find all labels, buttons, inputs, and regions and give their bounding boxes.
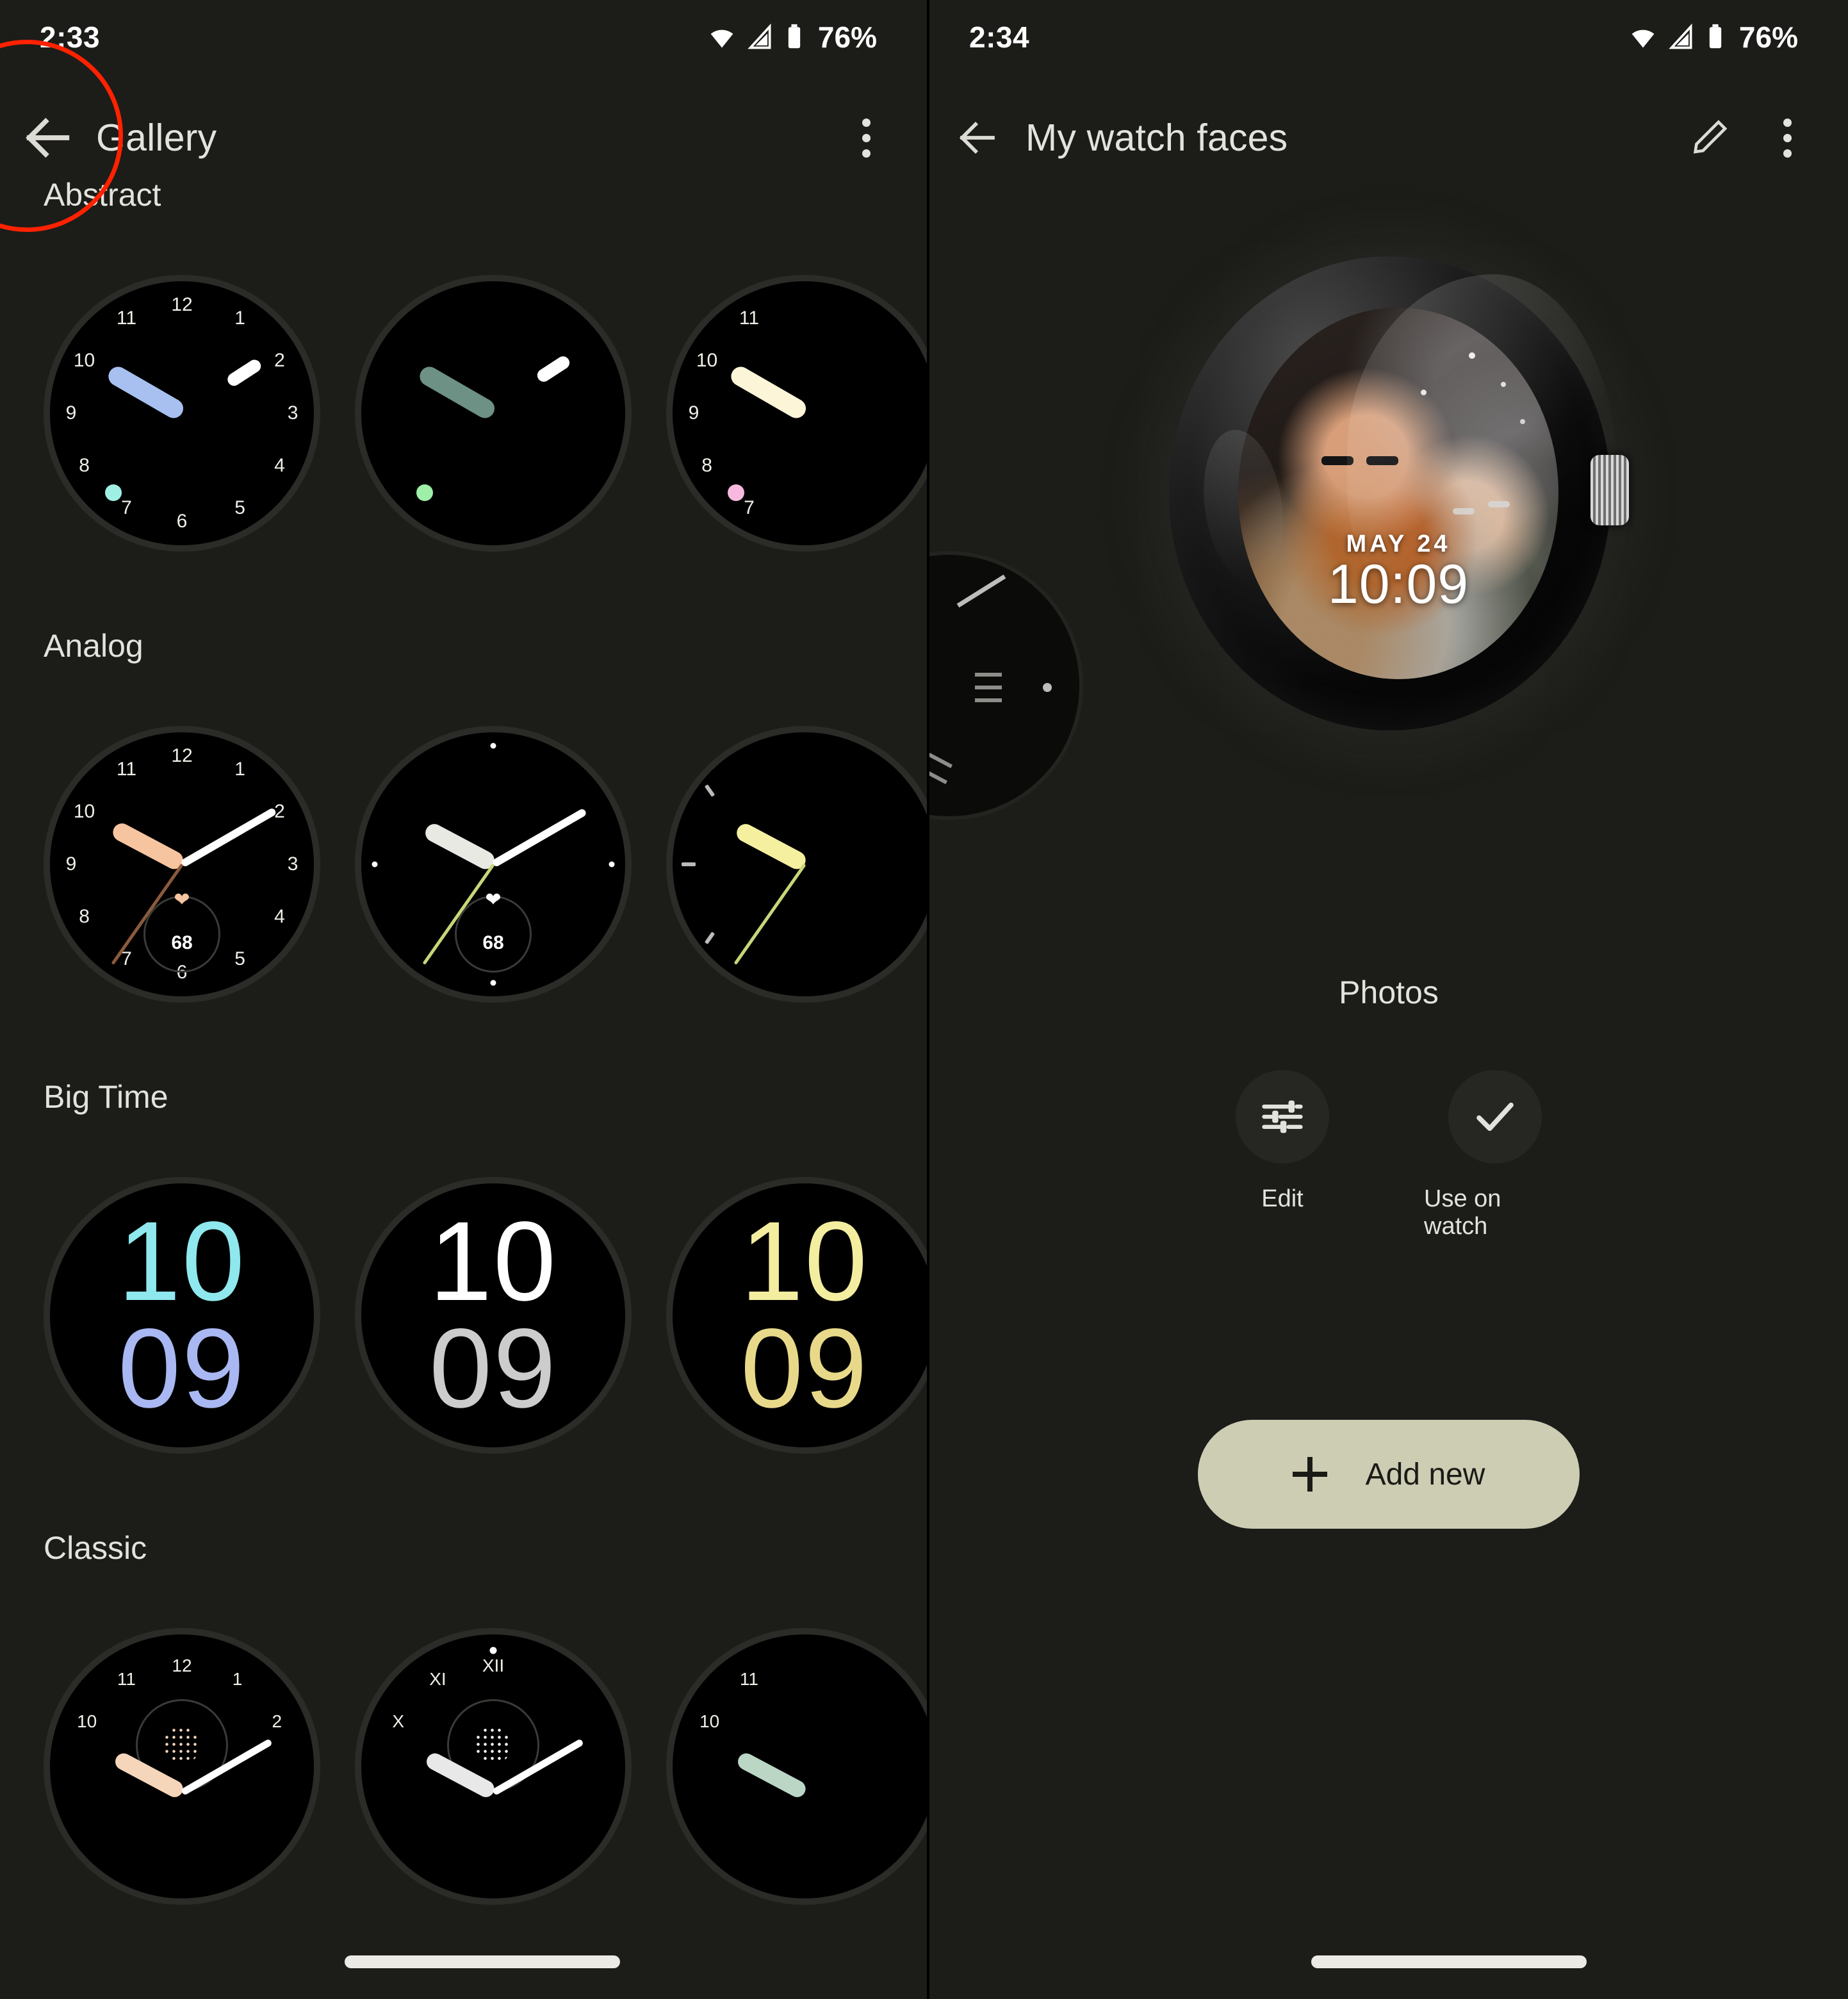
- watch-face-classic-1[interactable]: 12 1 2 10 11: [44, 1628, 320, 1905]
- bigtime-hours: 10: [740, 1198, 869, 1324]
- bigtime-hours: 10: [429, 1198, 557, 1324]
- battery-icon: [1709, 24, 1722, 48]
- back-button-left[interactable]: [0, 110, 96, 166]
- battery-percent: 76%: [1738, 20, 1798, 54]
- edit-action[interactable]: Edit: [1211, 1070, 1353, 1213]
- heart-rate-complication: ❤ 68: [455, 889, 532, 973]
- status-bar-left: 2:33 76%: [0, 0, 927, 74]
- section-title-classic: Classic: [44, 1530, 147, 1566]
- battery-icon: [788, 24, 801, 48]
- bigtime-minutes: 09: [429, 1306, 557, 1431]
- watch-face-abstract-2[interactable]: [355, 275, 632, 552]
- dual-screenshot: 2:33 76% Gallery Abstract 12 1 2 3 4 5 6…: [0, 0, 1848, 1999]
- use-on-watch-circle: [1448, 1070, 1542, 1164]
- watch-preview-carousel[interactable]: AY 4 MAY 24: [929, 192, 1848, 833]
- tune-sliders-icon: [1262, 1100, 1303, 1133]
- status-time: 2:33: [40, 20, 101, 54]
- carousel-previous-face[interactable]: AY 4: [929, 551, 1083, 820]
- edit-action-circle: [1236, 1070, 1329, 1164]
- edit-action-label: Edit: [1261, 1185, 1304, 1212]
- page-title-left: Gallery: [96, 117, 217, 159]
- signal-icon: [1669, 23, 1692, 49]
- face-row-bigtime: 10 09 10 09 10 09: [0, 1177, 927, 1454]
- heart-rate-complication: ❤ 68: [143, 889, 220, 973]
- bigtime-minutes: 09: [118, 1306, 246, 1431]
- watch-face-bigtime-1[interactable]: 10 09: [44, 1177, 320, 1454]
- face-row-classic: 12 1 2 10 11 XII XI X 11 10: [0, 1628, 927, 1905]
- status-time: 2:34: [969, 20, 1030, 54]
- face-row-analog: 12 1 2 3 4 5 6 7 8 9 10 11 ❤ 68 ❤ 68: [0, 726, 927, 1003]
- edit-button[interactable]: [1675, 103, 1746, 173]
- bigtime-minutes: 09: [740, 1306, 869, 1431]
- more-vert-icon: [862, 118, 871, 158]
- overflow-menu-right[interactable]: [1752, 103, 1822, 173]
- app-bar-left: Gallery: [0, 90, 927, 186]
- use-on-watch-action[interactable]: Use on watch: [1424, 1070, 1566, 1240]
- add-new-button[interactable]: Add new: [1198, 1420, 1580, 1529]
- wifi-icon: [1631, 29, 1655, 47]
- left-phone-screen: 2:33 76% Gallery Abstract 12 1 2 3 4 5 6…: [0, 0, 927, 1999]
- back-arrow-icon: [959, 121, 995, 154]
- watch-face-gallery[interactable]: Abstract 12 1 2 3 4 5 6 7 8 9 10 11 11 1…: [0, 177, 927, 1999]
- status-indicators: 76%: [708, 20, 877, 54]
- watch-face-time: 10:09: [1327, 553, 1469, 615]
- watch-face-analog-3[interactable]: [666, 726, 927, 1003]
- use-on-watch-label: Use on watch: [1424, 1185, 1501, 1240]
- watch-face-classic-3[interactable]: 11 10: [666, 1628, 927, 1905]
- selected-face-name: Photos: [1339, 975, 1439, 1010]
- heart-rate-value: 68: [482, 932, 504, 954]
- section-title-analog: Analog: [44, 628, 143, 664]
- watch-face-analog-1[interactable]: 12 1 2 3 4 5 6 7 8 9 10 11 ❤ 68: [44, 726, 320, 1003]
- more-vert-icon: [1783, 118, 1792, 158]
- watch-face-photos-preview: MAY 24 10:09: [1238, 308, 1558, 679]
- watch-preview[interactable]: MAY 24 10:09: [1155, 237, 1629, 750]
- heart-icon: ❤: [174, 889, 190, 911]
- section-title-bigtime: Big Time: [44, 1079, 168, 1115]
- watch-face-bigtime-2[interactable]: 10 09: [355, 1177, 632, 1454]
- status-indicators: 76%: [1629, 20, 1798, 54]
- watch-face-abstract-3[interactable]: 11 10 9 8 7: [666, 275, 927, 552]
- watch-face-classic-2[interactable]: XII XI X: [355, 1628, 632, 1905]
- pencil-icon: [1693, 120, 1728, 154]
- home-indicator-left: [345, 1955, 620, 1968]
- wifi-icon: [710, 29, 733, 47]
- battery-percent: 76%: [817, 20, 877, 54]
- right-phone-screen: 2:34 76% My watch faces MAY 24 10:09 Pho…: [927, 0, 1848, 1999]
- heart-rate-value: 68: [171, 932, 193, 954]
- overflow-menu-left[interactable]: [831, 103, 901, 173]
- status-bar-right: 2:34 76%: [929, 0, 1848, 74]
- section-title-abstract: Abstract: [44, 177, 161, 213]
- watch-crown: [1590, 455, 1629, 525]
- signal-icon: [748, 23, 771, 49]
- home-indicator-right: [1311, 1955, 1587, 1968]
- plus-icon: [1292, 1457, 1327, 1492]
- heart-icon: ❤: [485, 889, 502, 911]
- photo-background: [1238, 308, 1558, 679]
- watch-face-abstract-1[interactable]: 12 1 2 3 4 5 6 7 8 9 10 11: [44, 275, 320, 552]
- back-arrow-icon: [26, 117, 70, 158]
- face-row-abstract: 12 1 2 3 4 5 6 7 8 9 10 11 11 10 9 8 7: [0, 275, 927, 552]
- add-new-label: Add new: [1365, 1457, 1485, 1492]
- watch-face-analog-2[interactable]: ❤ 68: [355, 726, 632, 1003]
- page-title-right: My watch faces: [1026, 117, 1288, 159]
- app-bar-right: My watch faces: [929, 90, 1848, 186]
- back-button-right[interactable]: [929, 115, 1026, 161]
- watch-face-bigtime-3[interactable]: 10 09: [666, 1177, 927, 1454]
- bigtime-hours: 10: [118, 1198, 246, 1324]
- check-icon: [1476, 1102, 1514, 1131]
- face-actions: Edit Use on watch: [929, 1070, 1848, 1240]
